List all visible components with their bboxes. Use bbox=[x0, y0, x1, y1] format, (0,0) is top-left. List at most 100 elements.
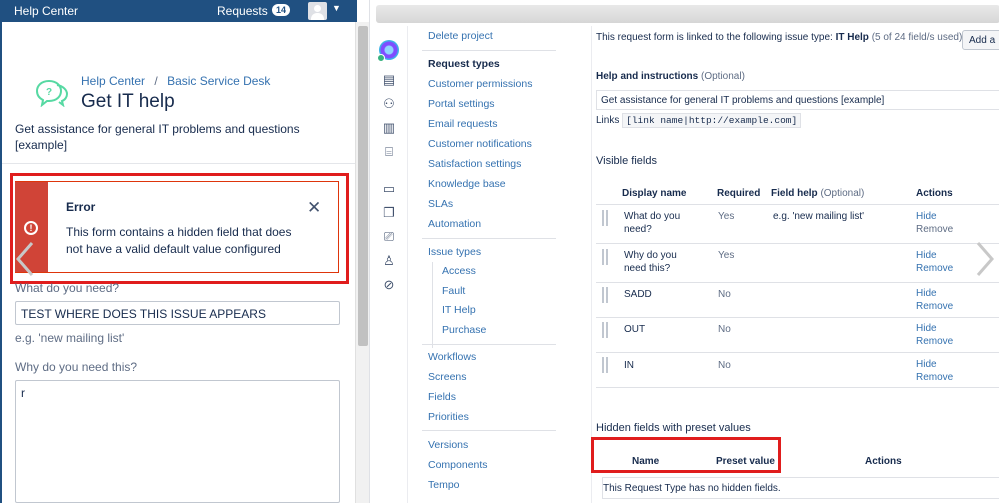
remove-link[interactable]: Remove bbox=[916, 371, 953, 384]
menu-knowledge-base[interactable]: Knowledge base bbox=[428, 178, 506, 190]
raise-request-icon[interactable]: ⌸ bbox=[381, 144, 397, 160]
request-type-config: This request form is linked to the follo… bbox=[596, 26, 999, 503]
menu-issue-type-it-help[interactable]: IT Help bbox=[442, 304, 476, 316]
row-required: Yes bbox=[718, 211, 735, 222]
menu-customer-notifications[interactable]: Customer notifications bbox=[428, 138, 532, 150]
links-label: Links bbox=[596, 115, 620, 126]
table-row[interactable]: What do you need? Yes e.g. 'new mailing … bbox=[596, 205, 999, 244]
project-sidebar: ▤ ⚇ ▥ ⌸ ▭ ❐ ⎚ ♙ ⊘ ⚙ bbox=[370, 26, 408, 503]
menu-components[interactable]: Components bbox=[428, 459, 488, 471]
menu-issue-types[interactable]: Issue types bbox=[428, 246, 481, 258]
chevron-down-icon[interactable]: ▼ bbox=[332, 3, 341, 13]
col-actions: Actions bbox=[916, 188, 953, 199]
row-required: No bbox=[718, 324, 731, 335]
menu-customer-permissions[interactable]: Customer permissions bbox=[428, 78, 532, 90]
annotation-highlight-error bbox=[10, 173, 349, 284]
breadcrumb-service-desk[interactable]: Basic Service Desk bbox=[167, 74, 270, 88]
drag-handle-icon[interactable] bbox=[602, 287, 608, 303]
table-row[interactable]: IN No Hide Remove bbox=[596, 353, 999, 388]
help-center-panel: Help Center Requests 14 ▼ ? Help Center … bbox=[0, 0, 357, 503]
field-count: (5 of 24 field/s used) bbox=[871, 32, 963, 43]
col-hidden-actions: Actions bbox=[865, 456, 902, 467]
menu-issue-type-fault[interactable]: Fault bbox=[442, 285, 465, 297]
hide-link[interactable]: Hide bbox=[916, 210, 937, 223]
menu-versions[interactable]: Versions bbox=[428, 439, 468, 451]
queues-icon[interactable]: ▤ bbox=[381, 72, 397, 88]
row-field-help: e.g. 'new mailing list' bbox=[773, 211, 865, 222]
no-hidden-fields-message: This Request Type has no hidden fields. bbox=[602, 477, 999, 499]
user-avatar[interactable] bbox=[308, 2, 327, 20]
help-instructions-heading: Help and instructions (Optional) bbox=[596, 71, 745, 82]
browser-tab-strip bbox=[376, 5, 999, 23]
invite-team-icon[interactable]: ⎚ bbox=[381, 229, 397, 245]
reports-icon[interactable]: ▥ bbox=[381, 120, 397, 136]
request-type-description: Get assistance for general IT problems a… bbox=[15, 122, 300, 152]
col-required: Required bbox=[717, 188, 761, 199]
hide-link[interactable]: Hide bbox=[916, 322, 937, 335]
breadcrumb: Help Center / Basic Service Desk bbox=[81, 74, 270, 88]
table-row[interactable]: SADD No Hide Remove bbox=[596, 283, 999, 318]
hide-link[interactable]: Hide bbox=[916, 287, 937, 300]
customers-icon[interactable]: ⚇ bbox=[381, 96, 397, 112]
field-hint-what: e.g. 'new mailing list' bbox=[15, 331, 125, 345]
row-display-name: Why do you need this? bbox=[624, 250, 677, 274]
menu-portal-settings[interactable]: Portal settings bbox=[428, 98, 495, 110]
project-settings-panel: ▤ ⚇ ▥ ⌸ ▭ ❐ ⎚ ♙ ⊘ ⚙ Delete project Reque… bbox=[369, 0, 999, 503]
remove-link[interactable]: Remove bbox=[916, 300, 953, 313]
menu-delete-project[interactable]: Delete project bbox=[428, 30, 493, 42]
menu-email-requests[interactable]: Email requests bbox=[428, 118, 497, 130]
left-panel-scrollbar[interactable] bbox=[355, 22, 369, 503]
menu-satisfaction-settings[interactable]: Satisfaction settings bbox=[428, 158, 521, 170]
menu-screens[interactable]: Screens bbox=[428, 371, 467, 383]
menu-slas[interactable]: SLAs bbox=[428, 198, 453, 210]
status-dot bbox=[377, 54, 385, 62]
row-required: Yes bbox=[718, 250, 735, 261]
annotation-highlight-hidden-fields bbox=[591, 437, 781, 473]
row-required: No bbox=[718, 360, 731, 371]
row-display-name: IN bbox=[624, 360, 634, 371]
remove-link[interactable]: Remove bbox=[916, 262, 953, 275]
channels-icon[interactable]: ❐ bbox=[381, 205, 397, 221]
remove-link[interactable]: Remove bbox=[916, 223, 953, 236]
hide-link[interactable]: Hide bbox=[916, 249, 937, 262]
add-field-button[interactable]: Add a bbox=[962, 30, 999, 50]
menu-issue-type-access[interactable]: Access bbox=[442, 265, 476, 277]
menu-priorities[interactable]: Priorities bbox=[428, 411, 469, 423]
knowledge-icon[interactable]: ▭ bbox=[381, 181, 397, 197]
breadcrumb-help-center[interactable]: Help Center bbox=[81, 74, 145, 88]
table-row[interactable]: Why do you need this? Yes Hide Remove bbox=[596, 244, 999, 283]
menu-automation[interactable]: Automation bbox=[428, 218, 481, 230]
chevron-right-icon[interactable] bbox=[974, 241, 996, 277]
hide-link[interactable]: Hide bbox=[916, 358, 937, 371]
menu-tempo[interactable]: Tempo bbox=[428, 479, 460, 491]
remove-link[interactable]: Remove bbox=[916, 335, 953, 348]
field-label-why: Why do you need this? bbox=[15, 360, 138, 374]
menu-request-types[interactable]: Request types bbox=[428, 58, 500, 70]
visible-fields-heading: Visible fields bbox=[596, 155, 657, 167]
drag-handle-icon[interactable] bbox=[602, 357, 608, 373]
drag-handle-icon[interactable] bbox=[602, 249, 608, 265]
drag-handle-icon[interactable] bbox=[602, 210, 608, 226]
drag-handle-icon[interactable] bbox=[602, 322, 608, 338]
col-field-help-optional: (Optional) bbox=[820, 188, 865, 199]
add-customer-icon[interactable]: ♙ bbox=[381, 253, 397, 269]
help-center-home-link[interactable]: Help Center bbox=[14, 4, 78, 18]
menu-workflows[interactable]: Workflows bbox=[428, 351, 476, 363]
why-do-you-need-this-textarea[interactable]: r bbox=[15, 380, 340, 503]
what-do-you-need-input[interactable]: TEST WHERE DOES THIS ISSUE APPEARS bbox=[15, 301, 340, 325]
table-row[interactable]: OUT No Hide Remove bbox=[596, 318, 999, 353]
linked-issue-type-text: This request form is linked to the follo… bbox=[596, 32, 962, 43]
links-code-example: [link name|http://example.com] bbox=[622, 113, 802, 128]
help-instructions-input[interactable]: Get assistance for general IT problems a… bbox=[596, 90, 999, 110]
menu-issue-type-purchase[interactable]: Purchase bbox=[442, 324, 486, 336]
scrollbar-thumb[interactable] bbox=[358, 26, 368, 346]
compass-icon[interactable]: ⊘ bbox=[381, 277, 397, 293]
col-field-help: Field help (Optional) bbox=[771, 187, 864, 200]
menu-fields[interactable]: Fields bbox=[428, 391, 456, 403]
chevron-left-icon[interactable] bbox=[14, 241, 38, 277]
breadcrumb-separator: / bbox=[154, 74, 158, 88]
help-speech-bubble-icon: ? bbox=[35, 79, 69, 107]
row-display-name: OUT bbox=[624, 324, 646, 335]
links-help: Links [link name|http://example.com] bbox=[596, 113, 802, 128]
requests-link[interactable]: Requests bbox=[217, 4, 268, 18]
